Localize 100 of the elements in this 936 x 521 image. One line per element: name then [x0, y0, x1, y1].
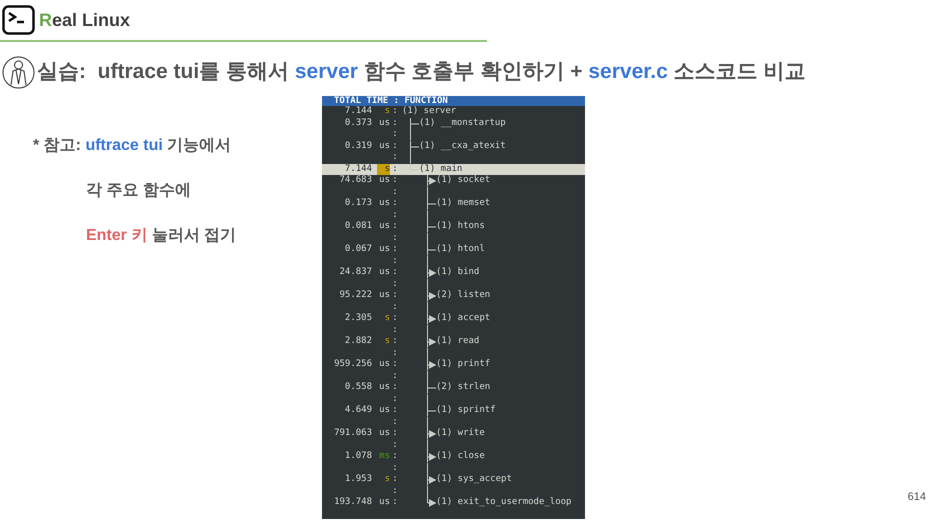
brand-name: Real Linux — [39, 8, 130, 32]
page-number: 614 — [908, 490, 926, 504]
time-unit: us — [378, 428, 390, 440]
function-name: (1) bind — [436, 267, 480, 278]
time-unit: us — [378, 290, 390, 302]
note-text: * 참고: uftrace tui 기능에서 — [33, 136, 232, 156]
call-row[interactable]: 74.683 us : (1) socket — [322, 175, 585, 186]
separator: : — [391, 394, 399, 405]
call-row[interactable]: 0.558 us : (2) strlen — [322, 382, 585, 394]
call-row[interactable]: 0.319 us : (1) __cxa_atexit — [322, 140, 585, 152]
slide-title: 실습: uftrace tui를 통해서 server 함수 호출부 확인하기 + server.c 소스코드 비교 — [37, 59, 806, 86]
separator: : — [391, 278, 399, 290]
time-value: 959.256 — [333, 359, 372, 370]
function-name: (1) __monstartup — [419, 118, 506, 129]
time-unit: s — [384, 313, 390, 324]
separator: : — [391, 451, 399, 462]
call-row[interactable]: 7.144 s : (1) server — [322, 106, 585, 118]
separator: : — [391, 129, 399, 140]
function-name: (1) printf — [436, 359, 490, 370]
time-value: 95.222 — [338, 290, 372, 302]
function-name: (1) accept — [436, 313, 490, 324]
call-row[interactable]: 2.305 s : (1) accept — [322, 313, 585, 324]
separator: : — [391, 198, 399, 210]
separator: : — [391, 474, 399, 486]
separator: : — [391, 359, 399, 370]
tree-line — [427, 486, 428, 497]
time-value: 1.953 — [344, 474, 372, 486]
call-row[interactable]: 24.837 us : (1) bind — [322, 267, 585, 278]
separator: : — [391, 336, 399, 348]
call-row[interactable]: 0.173 us : (1) memset — [322, 198, 585, 210]
separator: : — [391, 290, 399, 302]
separator: : — [391, 416, 399, 428]
function-name: (1) sprintf — [436, 405, 496, 416]
tree-line — [427, 186, 428, 198]
time-value: 1.078 — [344, 451, 372, 462]
function-name: (1) main — [419, 164, 462, 175]
time-unit: us — [378, 140, 390, 152]
call-row[interactable]: 1.953 s : (1) sys_accept — [322, 474, 585, 486]
function-name: (1) sys_accept — [436, 474, 512, 486]
time-value: 0.558 — [344, 382, 372, 394]
function-name: (1) __cxa_atexit — [419, 140, 506, 152]
tree-line — [427, 210, 428, 221]
tree-line — [427, 462, 428, 474]
tree-line — [427, 440, 428, 451]
terminal-icon — [2, 5, 35, 35]
time-value: 0.319 — [344, 140, 372, 152]
call-row[interactable]: 0.373 us : (1) __monstartup — [322, 118, 585, 129]
time-unit: us — [378, 244, 390, 256]
tree-line — [427, 348, 428, 359]
tree-line — [410, 152, 411, 164]
separator: : — [391, 440, 399, 451]
separator: : — [391, 164, 399, 175]
time-value: 2.882 — [344, 336, 372, 348]
separator: : — [391, 152, 399, 164]
function-name: (1) close — [436, 451, 485, 462]
tree-line — [427, 324, 428, 336]
time-value: 74.683 — [338, 175, 372, 186]
call-row[interactable]: 0.081 us : (1) htons — [322, 221, 585, 232]
separator: : — [391, 324, 399, 336]
call-row[interactable]: 0.067 us : (1) htonl — [322, 244, 585, 256]
separator: : — [391, 370, 399, 382]
tree-line — [427, 256, 428, 267]
separator: : — [391, 221, 399, 232]
function-name: (2) strlen — [436, 382, 490, 394]
function-name: (1) memset — [436, 198, 490, 210]
tree-line — [410, 129, 411, 140]
separator: : — [391, 232, 399, 244]
call-row[interactable]: 4.649 us : (1) sprintf — [322, 405, 585, 416]
separator: : — [391, 106, 399, 118]
time-value: 0.067 — [344, 244, 372, 256]
time-value: 0.173 — [344, 198, 372, 210]
call-row[interactable]: 1.078 ms : (1) close — [322, 451, 585, 462]
time-value: 7.144 — [344, 164, 372, 175]
tree-line — [427, 278, 428, 290]
call-row[interactable]: 2.882 s : (1) read — [322, 336, 585, 348]
call-row[interactable]: 959.256 us : (1) printf — [322, 359, 585, 370]
separator: : — [391, 186, 399, 198]
tree-line — [427, 416, 428, 428]
call-row[interactable]: 193.748 us : (1) exit_to_usermode_loop — [322, 497, 585, 508]
separator: : — [391, 244, 399, 256]
time-unit: us — [378, 267, 390, 278]
call-row[interactable]: 7.144 s : (1) main — [322, 164, 585, 175]
time-unit: us — [378, 175, 390, 186]
time-unit: us — [378, 497, 390, 508]
separator: : — [391, 348, 399, 359]
time-unit: us — [378, 359, 390, 370]
tree-line — [427, 394, 428, 405]
function-name: (1) write — [436, 428, 485, 440]
function-name: (2) listen — [436, 290, 490, 302]
time-value: 4.649 — [344, 405, 372, 416]
separator: : — [391, 405, 399, 416]
call-row[interactable]: 791.063 us : (1) write — [322, 428, 585, 440]
time-unit: s — [384, 336, 390, 348]
separator: : — [391, 210, 399, 221]
function-name: (1) read — [436, 336, 480, 348]
call-row[interactable]: 95.222 us : (2) listen — [322, 290, 585, 302]
separator: : — [391, 256, 399, 267]
tree-line — [427, 370, 428, 382]
separator: : — [391, 428, 399, 440]
time-unit: us — [378, 118, 390, 129]
